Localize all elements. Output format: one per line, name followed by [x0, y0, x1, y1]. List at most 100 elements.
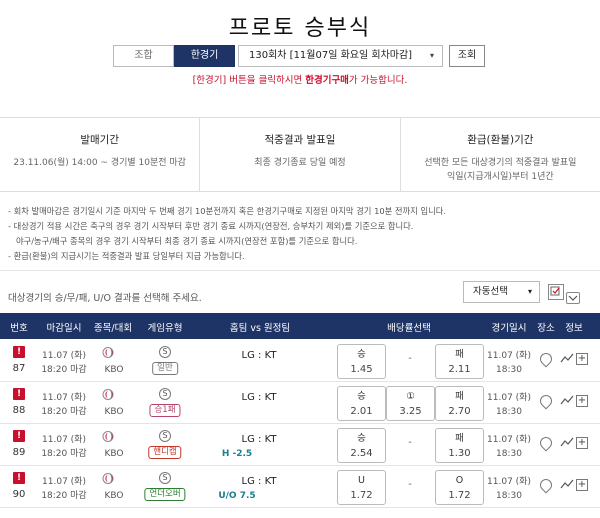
plus-icon[interactable]: + — [576, 437, 588, 449]
map-pin-icon[interactable] — [537, 350, 555, 368]
col-game-type: 게임유형 — [147, 323, 183, 334]
game-time: 18:30 — [496, 449, 522, 459]
odd-away-button[interactable]: 패 1.30 — [435, 428, 484, 463]
plus-icon[interactable]: + — [576, 353, 588, 365]
info-heading: 발매기간 — [80, 134, 119, 146]
tab-single-game[interactable]: 한경기 — [174, 45, 235, 67]
odd-label: 패 — [455, 391, 464, 402]
info-text: 익일(지급개시일)부터 1년간 — [446, 172, 554, 182]
no-draw-mark: - — [408, 353, 412, 364]
table-row: ! 90 11.07 (화) 18:20 마감 KBO S 언더오버 LG : … — [0, 467, 600, 508]
odd-value: 3.25 — [399, 406, 422, 417]
deadline: 11.07 (화) 18:20 마감 — [41, 349, 86, 377]
odd-label: ① — [406, 391, 415, 402]
odd-home-button[interactable]: 승 2.54 — [337, 428, 386, 463]
col-league: 종목/대회 — [93, 323, 133, 334]
notice-highlight: 한경기구매 — [305, 75, 349, 86]
guide-line: 야구/농구/배구 종목의 경우 경기 시작부터 최종 경기 종료 시까지(연장전… — [16, 236, 358, 246]
col-venue: 장소 — [537, 323, 555, 334]
game-datetime: 11.07 (화) 18:30 — [487, 475, 531, 503]
handicap-value: U/O 7.5 — [218, 491, 256, 501]
reset-selection-icon[interactable] — [566, 292, 580, 304]
deadline-date: 11.07 (화) — [42, 477, 86, 487]
notice-text-1: [한경기] 버튼을 클릭하시면 — [192, 75, 306, 86]
odd-label: 패 — [455, 433, 464, 444]
odd-value: 2.70 — [448, 406, 471, 417]
guide-line: - 회차 발매마감은 경기일시 기준 마지막 두 번째 경기 10분전까지 혹은… — [8, 206, 446, 216]
instruction-text: 대상경기의 승/무/패, U/O 결과를 선택해 주세요. — [8, 293, 202, 304]
odd-home-button[interactable]: 승 2.01 — [337, 386, 386, 421]
odd-label: O — [455, 475, 464, 486]
page-title: 프로토 승부식 — [228, 16, 372, 41]
s-mark-icon: S — [159, 346, 171, 358]
odd-value: 1.45 — [350, 364, 373, 375]
baseball-icon — [102, 473, 114, 484]
col-info: 정보 — [565, 323, 583, 334]
auto-select-value: 자동선택 — [473, 286, 508, 297]
lookup-button[interactable]: 조회 — [449, 45, 485, 67]
odd-value: 1.72 — [350, 490, 373, 501]
s-mark-icon: S — [159, 472, 171, 484]
odd-label: 승 — [357, 349, 366, 360]
plus-icon[interactable]: + — [576, 395, 588, 407]
game-time: 18:30 — [496, 491, 522, 501]
deadline-time: 18:20 마감 — [41, 407, 87, 417]
info-result-date: 적중결과 발표일 최종 경기종료 당일 예정 — [200, 118, 401, 191]
map-pin-icon[interactable] — [537, 476, 555, 494]
map-pin-icon[interactable] — [537, 392, 555, 410]
odd-value: 2.54 — [350, 448, 373, 459]
game-date: 11.07 (화) — [487, 477, 531, 487]
info-text: 선택한 모든 대상경기의 적중결과 발표일 — [424, 158, 577, 168]
league-name: KBO — [104, 365, 124, 375]
tab-bar: 조합 한경기 — [113, 45, 235, 67]
game-number: 87 — [12, 363, 26, 374]
game-type-badge: 언더오버 — [144, 488, 186, 501]
game-date: 11.07 (화) — [487, 393, 531, 403]
game-date: 11.07 (화) — [487, 435, 531, 445]
notice: [한경기] 버튼을 클릭하시면 한경기구매가 가능합니다. — [0, 72, 600, 86]
game-time: 18:30 — [496, 365, 522, 375]
alert-icon: ! — [13, 472, 25, 484]
round-select[interactable]: 130회차 [11월07일 화요일 회차마감] ▾ — [238, 45, 443, 67]
tab-combination[interactable]: 조합 — [113, 45, 174, 67]
matchup: LG : KT — [241, 476, 277, 487]
checklist-icon[interactable] — [548, 284, 564, 300]
trend-chart-icon[interactable] — [560, 478, 574, 490]
odd-home-button[interactable]: U 1.72 — [337, 470, 386, 505]
odd-away-button[interactable]: 패 2.70 — [435, 386, 484, 421]
game-datetime: 11.07 (화) 18:30 — [487, 349, 531, 377]
odd-home-button[interactable]: 승 1.45 — [337, 344, 386, 379]
map-pin-icon[interactable] — [537, 434, 555, 452]
table-row: ! 87 11.07 (화) 18:20 마감 KBO S 일반 LG : KT… — [0, 341, 600, 382]
chevron-down-icon: ▾ — [429, 51, 434, 60]
notice-text-2: 가 가능합니다. — [348, 75, 408, 86]
odd-away-button[interactable]: O 1.72 — [435, 470, 484, 505]
game-date: 11.07 (화) — [487, 351, 531, 361]
table-row: ! 88 11.07 (화) 18:20 마감 KBO S 승1패 LG : K… — [0, 383, 600, 424]
odd-draw-button[interactable]: ① 3.25 — [386, 386, 435, 421]
s-mark-icon: S — [159, 388, 171, 400]
game-number: 90 — [12, 489, 26, 500]
odd-value: 2.01 — [350, 406, 373, 417]
odd-value: 1.30 — [448, 448, 471, 459]
auto-select-dropdown[interactable]: 자동선택 ▾ — [463, 281, 540, 303]
league-name: KBO — [104, 491, 124, 501]
odd-away-button[interactable]: 패 2.11 — [435, 344, 484, 379]
guide-line: - 환급(환불)의 지급시기는 적중결과 발표 당일부터 지급 가능합니다. — [8, 251, 245, 261]
trend-chart-icon[interactable] — [560, 394, 574, 406]
trend-chart-icon[interactable] — [560, 436, 574, 448]
odd-value: 1.72 — [448, 490, 471, 501]
baseball-icon — [102, 389, 114, 400]
plus-icon[interactable]: + — [576, 479, 588, 491]
col-deadline: 마감일시 — [46, 323, 82, 334]
deadline: 11.07 (화) 18:20 마감 — [41, 433, 86, 461]
odd-label: 승 — [357, 433, 366, 444]
game-type-badge: 일반 — [152, 362, 178, 375]
table-header: 번호 마감일시 종목/대회 게임유형 홈팀 vs 원정팀 배당률선택 경기일시 … — [0, 313, 600, 339]
matchup: LG : KT — [241, 350, 277, 361]
round-select-value: 130회차 [11월07일 화요일 회차마감] — [249, 50, 413, 61]
alert-icon: ! — [13, 346, 25, 358]
odd-value: 2.11 — [448, 364, 471, 375]
game-number: 89 — [12, 447, 26, 458]
trend-chart-icon[interactable] — [560, 352, 574, 364]
